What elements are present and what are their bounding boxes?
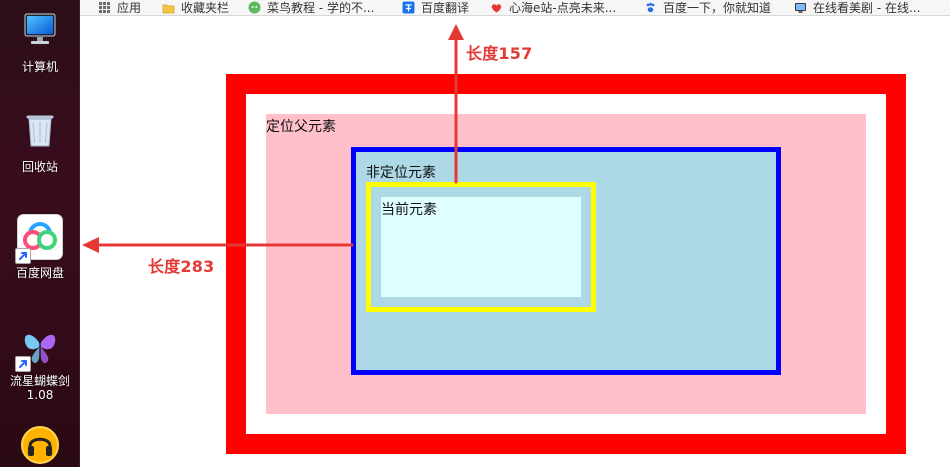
bookmark-label: 收藏夹栏 bbox=[181, 1, 230, 15]
bookmark-tv[interactable]: 在线看美剧 - 在线... bbox=[794, 0, 920, 15]
desktop-label-computer: 计算机 bbox=[21, 60, 58, 74]
bookmark-baidu-translate[interactable]: 百度翻译 bbox=[402, 0, 469, 15]
desktop-label-recycle-bin: 回收站 bbox=[21, 160, 58, 174]
heart-icon bbox=[490, 1, 503, 14]
current-element-label: 当前元素 bbox=[381, 202, 437, 218]
bookmark-label: 菜鸟教程 - 学的不... bbox=[267, 1, 375, 15]
screenshot-root: 计算机 回收站 百度网盘 流星蝴蝶剑 1.08 应用 收藏夹栏 菜鸟教程 - 学… bbox=[0, 0, 950, 467]
desktop-item-computer[interactable]: 计算机 bbox=[0, 8, 80, 74]
runoob-icon bbox=[248, 1, 261, 14]
baidu-translate-icon bbox=[402, 1, 415, 14]
outer-red-border-box: 定位父元素 非定位元素 当前元素 bbox=[226, 74, 906, 454]
bookmark-label: 心海e站-点亮未来... bbox=[509, 1, 617, 15]
bookmark-label: 应用 bbox=[117, 1, 142, 15]
desktop-label-baidu-netdisk: 百度网盘 bbox=[15, 266, 64, 280]
butterfly-icon bbox=[15, 322, 63, 372]
bookmark-favorites-bar[interactable]: 收藏夹栏 bbox=[162, 0, 229, 15]
current-element-yellow-border: 当前元素 bbox=[366, 182, 596, 312]
positioned-parent-box: 定位父元素 非定位元素 当前元素 bbox=[266, 114, 866, 414]
desktop-left-strip: 计算机 回收站 百度网盘 流星蝴蝶剑 1.08 bbox=[0, 0, 80, 467]
tv-icon bbox=[794, 1, 807, 14]
non-positioned-box: 非定位元素 当前元素 bbox=[351, 147, 781, 375]
desktop-item-recycle-bin[interactable]: 回收站 bbox=[0, 108, 80, 174]
bookmark-label: 百度翻译 bbox=[421, 1, 470, 15]
bookmark-runoob[interactable]: 菜鸟教程 - 学的不... bbox=[248, 0, 374, 15]
baidu-netdisk-icon bbox=[15, 214, 63, 264]
bookmark-xinhai[interactable]: 心海e站-点亮未来... bbox=[490, 0, 616, 15]
computer-icon bbox=[17, 8, 63, 54]
apps-icon bbox=[98, 1, 111, 14]
bookmark-apps[interactable]: 应用 bbox=[98, 0, 141, 15]
folder-icon bbox=[162, 1, 175, 14]
recycle-bin-icon bbox=[17, 108, 63, 154]
left-length-annotation: 长度283 bbox=[148, 257, 215, 276]
headset-icon bbox=[17, 422, 63, 467]
desktop-item-baidu-netdisk[interactable]: 百度网盘 bbox=[0, 214, 80, 280]
top-length-annotation: 长度157 bbox=[466, 44, 533, 63]
shortcut-arrow-icon bbox=[15, 248, 31, 264]
baidu-paw-icon bbox=[644, 1, 657, 14]
desktop-item-partial[interactable] bbox=[0, 422, 80, 467]
bookmarks-bar: 应用 收藏夹栏 菜鸟教程 - 学的不... 百度翻译 心海e站-点亮未来... … bbox=[80, 0, 950, 16]
bookmark-baidu[interactable]: 百度一下，你就知道 bbox=[644, 0, 771, 15]
non-positioned-label: 非定位元素 bbox=[366, 165, 436, 181]
bookmark-label: 在线看美剧 - 在线... bbox=[813, 1, 921, 15]
shortcut-arrow-icon bbox=[15, 356, 31, 372]
positioned-parent-label: 定位父元素 bbox=[266, 119, 336, 135]
bookmark-label: 百度一下，你就知道 bbox=[663, 1, 772, 15]
desktop-item-meteor-butterfly-sword[interactable]: 流星蝴蝶剑 1.08 bbox=[0, 322, 80, 402]
current-element-box: 当前元素 bbox=[381, 197, 581, 297]
desktop-label-meteor-butterfly-sword: 流星蝴蝶剑 1.08 bbox=[9, 374, 70, 402]
page-content: 定位父元素 非定位元素 当前元素 bbox=[80, 16, 950, 467]
browser-area: 应用 收藏夹栏 菜鸟教程 - 学的不... 百度翻译 心海e站-点亮未来... … bbox=[80, 0, 950, 467]
